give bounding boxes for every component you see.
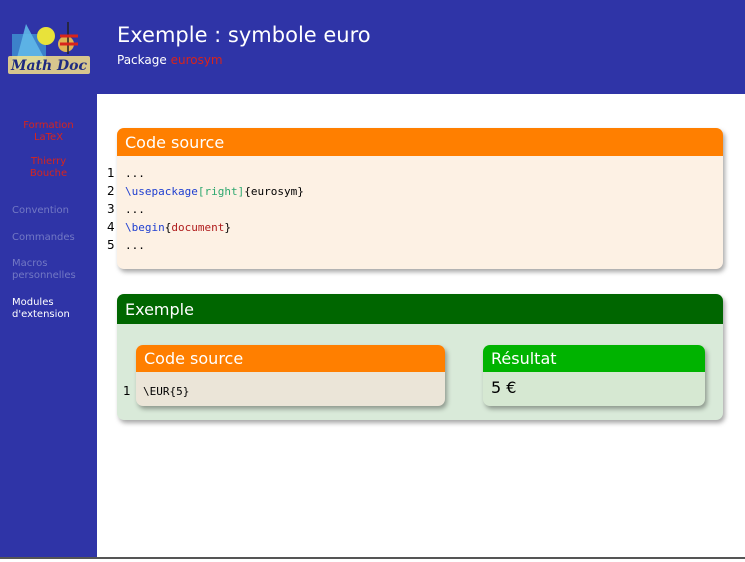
frame-header: Exemple : symbole euro Package eurosym	[97, 0, 745, 94]
frame-subtitle: Package eurosym	[117, 53, 223, 67]
code-line: 3...	[107, 202, 145, 216]
code-line: 2 \usepackage [right] {eurosym}	[107, 184, 304, 198]
code-line: 4 \begin{document}	[107, 220, 231, 234]
sidebar-formation[interactable]: Formation LaTeX	[0, 120, 97, 144]
sidebar-author[interactable]: Thierry Bouche	[0, 156, 97, 180]
example-title: Exemple	[117, 294, 723, 324]
svg-text:Math Doc: Math Doc	[10, 58, 88, 74]
sidebar-item-macros[interactable]: Macros personnelles	[0, 258, 97, 282]
example-code-line: 1 \EUR{5}	[123, 384, 190, 398]
code-line: 5...	[107, 238, 145, 252]
code-listing: 1... 2 \usepackage [right] {eurosym} 3... 4…	[107, 164, 707, 264]
sidebar-item-commandes[interactable]: Commandes	[0, 232, 97, 244]
code-source-title: Code source	[117, 128, 723, 156]
sidebar-item-modules[interactable]: Modules d'extension	[0, 297, 97, 321]
example-block: Exemple Code source Résultat 5 €	[117, 294, 723, 420]
example-code-title: Code source	[136, 345, 445, 372]
example-result-block: Résultat 5 €	[483, 345, 705, 406]
code-line: 1...	[107, 166, 145, 180]
mathdoc-logo: Math Doc	[6, 14, 92, 76]
result-value: 5 €	[491, 378, 517, 397]
sidebar-item-convention[interactable]: Convention	[0, 205, 97, 217]
sidebar: Math Doc Formation LaTeX Thierry Bouche …	[0, 0, 97, 557]
package-name: eurosym	[170, 53, 223, 67]
slide: Math Doc Formation LaTeX Thierry Bouche …	[0, 0, 745, 562]
example-result-title: Résultat	[483, 345, 705, 372]
frame-title: Exemple : symbole euro	[117, 23, 371, 47]
bottom-rule	[0, 557, 745, 559]
